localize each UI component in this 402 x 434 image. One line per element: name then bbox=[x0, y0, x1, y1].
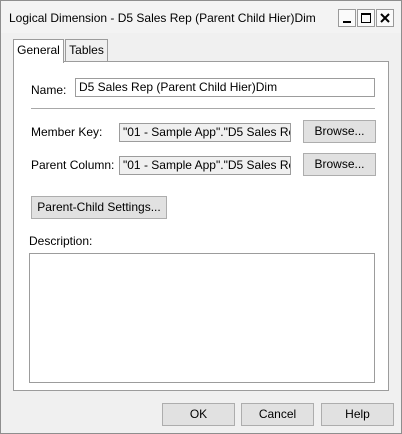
logical-dimension-dialog: Logical Dimension - D5 Sales Rep (Parent… bbox=[0, 0, 402, 434]
separator bbox=[31, 108, 375, 110]
maximize-button[interactable] bbox=[357, 9, 375, 27]
close-button[interactable] bbox=[376, 9, 394, 27]
cancel-button[interactable]: Cancel bbox=[241, 403, 314, 426]
member-key-field: "01 - Sample App"."D5 Sales Rep ( bbox=[119, 123, 291, 142]
description-textarea[interactable] bbox=[29, 253, 375, 383]
close-icon bbox=[380, 13, 390, 23]
minimize-button[interactable] bbox=[338, 9, 356, 27]
minimize-icon bbox=[343, 21, 351, 23]
parent-column-field: "01 - Sample App"."D5 Sales Rep ( bbox=[119, 156, 291, 175]
window-title: Logical Dimension - D5 Sales Rep (Parent… bbox=[9, 11, 316, 25]
member-key-label: Member Key: bbox=[31, 125, 103, 139]
maximize-icon bbox=[361, 13, 371, 23]
general-tab-panel: Name: D5 Sales Rep (Parent Child Hier)Di… bbox=[13, 61, 389, 391]
member-key-browse-button[interactable]: Browse... bbox=[303, 120, 376, 143]
ok-button[interactable]: OK bbox=[162, 403, 235, 426]
tab-general[interactable]: General bbox=[13, 39, 64, 63]
title-bar[interactable]: Logical Dimension - D5 Sales Rep (Parent… bbox=[1, 1, 401, 33]
help-button[interactable]: Help bbox=[321, 403, 394, 426]
name-input[interactable]: D5 Sales Rep (Parent Child Hier)Dim bbox=[75, 78, 375, 97]
description-label: Description: bbox=[29, 234, 93, 248]
parent-column-browse-button[interactable]: Browse... bbox=[303, 153, 376, 176]
tab-tables[interactable]: Tables bbox=[65, 39, 108, 61]
parent-child-settings-button[interactable]: Parent-Child Settings... bbox=[31, 196, 167, 219]
parent-column-label: Parent Column: bbox=[31, 158, 115, 172]
name-label: Name: bbox=[31, 83, 67, 97]
